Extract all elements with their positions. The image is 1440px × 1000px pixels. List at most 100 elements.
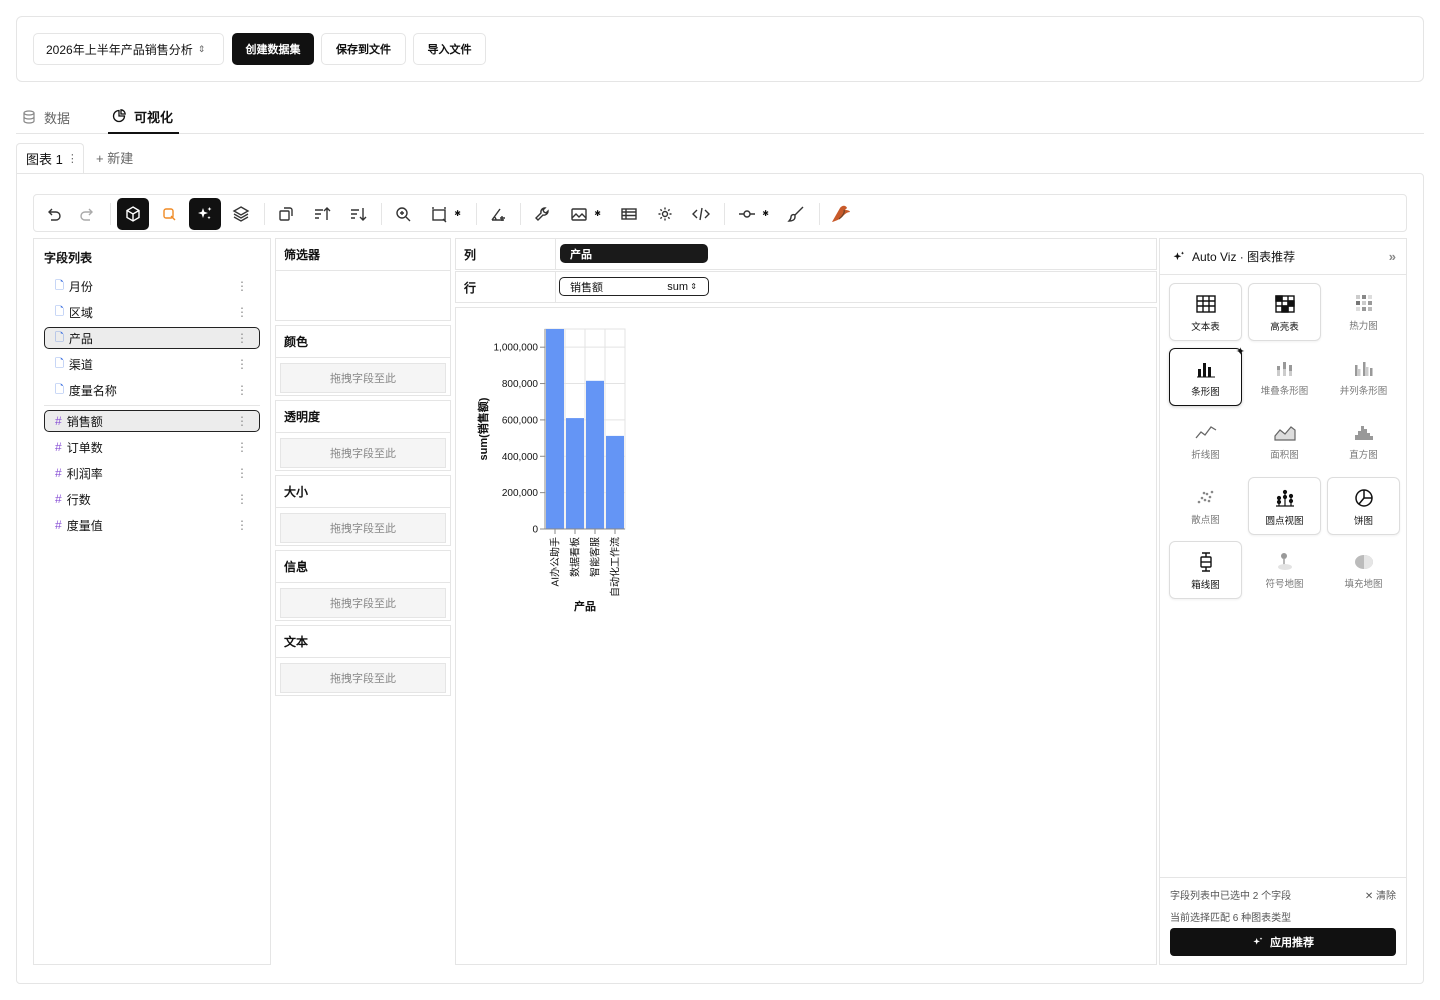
chart-option-heatmap[interactable]: 热力图	[1327, 283, 1400, 341]
opacity-drop-zone[interactable]: 拖拽字段至此	[280, 438, 446, 468]
code-button[interactable]	[685, 198, 717, 230]
rows-shelf[interactable]: 行 销售额 sum ⇕	[455, 271, 1157, 303]
field-product[interactable]: 🗋 产品 ⋮	[44, 327, 260, 349]
tools-button[interactable]	[527, 198, 559, 230]
bar[interactable]	[566, 418, 584, 529]
gear-icon[interactable]: ✱	[454, 209, 461, 218]
symbol-map-icon	[1277, 553, 1292, 570]
bar[interactable]	[546, 329, 564, 529]
chart-option-pie[interactable]: 饼图	[1327, 477, 1400, 535]
tab-visualization[interactable]: 可视化	[108, 100, 179, 134]
rows-field-pill[interactable]: 销售额 sum ⇕	[559, 277, 709, 296]
clear-selection-button[interactable]: ✕ 清除	[1365, 887, 1396, 902]
text-drop-zone[interactable]: 拖拽字段至此	[280, 663, 446, 693]
more-vertical-icon[interactable]: ⋮	[236, 331, 248, 345]
save-to-file-button[interactable]: 保存到文件	[321, 33, 406, 65]
columns-shelf[interactable]: 列 产品	[455, 238, 1157, 270]
chart-option-scatter[interactable]: 散点图	[1169, 477, 1242, 535]
sort-descending-button[interactable]	[342, 198, 374, 230]
field-orders[interactable]: # 订单数 ⋮	[44, 436, 260, 458]
encoding-size: 大小 拖拽字段至此	[275, 475, 451, 546]
redo-button[interactable]	[72, 198, 104, 230]
details-drop-zone[interactable]: 拖拽字段至此	[280, 588, 446, 618]
more-vertical-icon[interactable]: ⋮	[236, 492, 248, 506]
field-month[interactable]: 🗋 月份 ⋮	[44, 275, 260, 297]
chart-option-symbol-map[interactable]: 符号地图	[1248, 541, 1321, 599]
encoding-size-title: 大小	[276, 476, 450, 508]
more-vertical-icon[interactable]: ⋮	[236, 518, 248, 532]
sort-ascending-button[interactable]	[306, 198, 338, 230]
field-channel[interactable]: 🗋 渠道 ⋮	[44, 353, 260, 375]
cube-mode-button[interactable]	[117, 198, 149, 230]
chart-option-area[interactable]: 面积图	[1248, 412, 1321, 470]
field-list-title: 字段列表	[44, 251, 93, 265]
top-bar: 2026年上半年产品销售分析 ⇕ 创建数据集 保存到文件 导入文件	[16, 16, 1424, 82]
more-vertical-icon[interactable]: ⋮	[236, 414, 248, 428]
chart-option-text-table[interactable]: 文本表	[1169, 283, 1242, 341]
field-sales[interactable]: # 销售额 ⋮	[44, 410, 260, 432]
chart-option-dot-view[interactable]: 圆点视图	[1248, 477, 1321, 535]
auto-viz-title: Auto Viz · 图表推荐	[1192, 250, 1296, 264]
zoom-button[interactable]	[387, 198, 419, 230]
settings-button[interactable]	[649, 198, 681, 230]
axis-button[interactable]	[482, 198, 514, 230]
table-button[interactable]	[613, 198, 645, 230]
dimension-icon: 🗋	[55, 331, 64, 344]
resize-button[interactable]: ✱	[423, 198, 461, 230]
chart-tab-1[interactable]: 图表 1 ⋮	[16, 143, 84, 173]
lasso-button[interactable]	[153, 198, 185, 230]
create-dataset-button[interactable]: 创建数据集	[232, 33, 314, 65]
more-vertical-icon[interactable]: ⋮	[236, 305, 248, 319]
bar[interactable]	[606, 435, 624, 529]
layers-button[interactable]	[225, 198, 257, 230]
chart-option-highlight-table[interactable]: 高亮表	[1248, 283, 1321, 341]
more-vertical-icon[interactable]: ⋮	[236, 383, 248, 397]
columns-shelf-label: 列	[456, 239, 556, 269]
more-vertical-icon[interactable]: ⋮	[67, 152, 78, 165]
auto-viz-header: Auto Viz · 图表推荐 »	[1160, 239, 1406, 275]
chart-option-stacked-bar[interactable]: 堆叠条形图	[1248, 348, 1321, 406]
color-drop-zone[interactable]: 拖拽字段至此	[280, 363, 446, 393]
grouped-bar-icon	[1354, 362, 1372, 376]
image-export-button[interactable]: ✱	[563, 198, 601, 230]
chart-option-boxplot[interactable]: 箱线图	[1169, 541, 1242, 599]
undo-button[interactable]	[37, 198, 69, 230]
y-tick-label: 400,000	[502, 452, 539, 463]
field-row-count[interactable]: # 行数 ⋮	[44, 488, 260, 510]
gear-icon[interactable]: ✱	[762, 209, 769, 218]
more-vertical-icon[interactable]: ⋮	[236, 440, 248, 454]
more-vertical-icon[interactable]: ⋮	[236, 466, 248, 480]
field-region[interactable]: 🗋 区域 ⋮	[44, 301, 260, 323]
commit-button[interactable]: ✱	[731, 198, 769, 230]
rows-field-name: 销售额	[570, 281, 603, 294]
bar[interactable]	[586, 380, 604, 529]
more-vertical-icon[interactable]: ⋮	[236, 357, 248, 371]
dataset-select[interactable]: 2026年上半年产品销售分析 ⇕	[33, 33, 224, 65]
chart-option-histogram[interactable]: 直方图	[1327, 412, 1400, 470]
gear-icon[interactable]: ✱	[594, 209, 601, 218]
import-file-button[interactable]: 导入文件	[413, 33, 486, 65]
field-label: 产品	[68, 331, 93, 346]
chart-option-label: 并列条形图	[1339, 386, 1388, 397]
more-vertical-icon[interactable]: ⋮	[236, 279, 248, 293]
field-measure-name[interactable]: 🗋 度量名称 ⋮	[44, 379, 260, 401]
size-drop-zone[interactable]: 拖拽字段至此	[280, 513, 446, 543]
chart-option-grouped-bar[interactable]: 并列条形图	[1327, 348, 1400, 406]
chart-option-line[interactable]: 折线图	[1169, 412, 1242, 470]
brush-button[interactable]	[780, 198, 812, 230]
apply-recommendation-button[interactable]: 应用推荐	[1170, 928, 1396, 956]
field-label: 渠道	[68, 357, 93, 372]
transpose-button[interactable]	[270, 198, 302, 230]
columns-field-pill[interactable]: 产品	[560, 244, 708, 263]
new-chart-tab-button[interactable]: + 新建	[96, 148, 133, 167]
chart-option-bar[interactable]: ✦ 条形图	[1169, 346, 1245, 406]
ai-sparkle-button[interactable]	[189, 198, 221, 230]
tab-data[interactable]: 数据	[22, 100, 92, 134]
collapse-icon[interactable]: »	[1389, 249, 1396, 264]
redo-icon	[80, 208, 93, 221]
field-profit-margin[interactable]: # 利润率 ⋮	[44, 462, 260, 484]
chart-option-filled-map[interactable]: 填充地图	[1327, 541, 1400, 599]
aggregation-select[interactable]: sum	[667, 281, 688, 293]
bar-chart[interactable]: 0 200,000 400,000 600,000 800,000 1,000,000 AI…	[456, 308, 1156, 964]
field-measure-value[interactable]: # 度量值 ⋮	[44, 514, 260, 536]
